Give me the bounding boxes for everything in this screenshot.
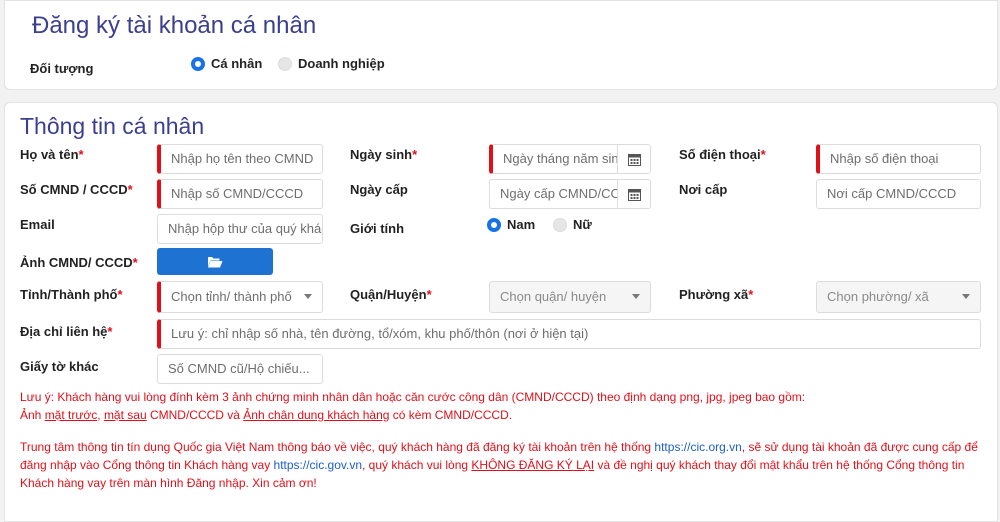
tinh-label: Tỉnh/Thành phố* bbox=[20, 287, 123, 302]
radio-doanh-nghiep[interactable]: Doanh nghiệp bbox=[278, 55, 385, 73]
radio-ca-nhan[interactable]: Cá nhân bbox=[191, 55, 262, 73]
tinh-select[interactable]: Chọn tỉnh/ thành phố bbox=[157, 281, 323, 313]
dia-chi-input[interactable]: Lưu ý: chỉ nhập số nhà, tên đường, tổ/xó… bbox=[157, 319, 981, 349]
ngay-cap-label: Ngày cấp bbox=[350, 182, 408, 197]
so-cmnd-label: Số CMND / CCCD* bbox=[20, 182, 133, 197]
radio-unselected-icon bbox=[278, 56, 292, 71]
section-title: Thông tin cá nhân bbox=[20, 113, 205, 139]
page-title: Đăng ký tài khoản cá nhân bbox=[32, 12, 317, 39]
chevron-down-icon bbox=[962, 294, 970, 299]
mat-sau-text: mặt sau bbox=[103, 408, 147, 422]
mat-truoc-text: mặt trước bbox=[44, 408, 98, 422]
so-dien-thoai-input[interactable]: Nhập số điện thoại bbox=[816, 144, 981, 174]
ngay-cap-input[interactable]: Ngày cấp CMND/CCCD bbox=[489, 179, 651, 209]
so-dien-thoai-label: Số điện thoại* bbox=[679, 147, 766, 162]
ngay-sinh-label: Ngày sinh* bbox=[350, 147, 418, 162]
calendar-icon[interactable] bbox=[617, 145, 650, 173]
cic-org-link[interactable]: https://cic.org.vn bbox=[654, 440, 741, 454]
ngay-sinh-input[interactable]: Ngày tháng năm sinh bbox=[489, 144, 651, 174]
ho-ten-input[interactable]: Nhập họ tên theo CMND bbox=[157, 144, 323, 174]
ho-ten-label: Họ và tên* bbox=[20, 147, 84, 162]
quan-select[interactable]: Chọn quận/ huyện bbox=[489, 281, 651, 313]
radio-unselected-icon bbox=[553, 217, 567, 232]
khong-dang-ky-text: KHÔNG ĐĂNG KÝ LẠI bbox=[471, 458, 595, 472]
radio-nu[interactable]: Nữ bbox=[553, 216, 592, 234]
radio-nam[interactable]: Nam bbox=[487, 216, 535, 234]
doi-tuong-label: Đối tượng bbox=[30, 61, 94, 76]
chevron-down-icon bbox=[304, 294, 312, 299]
upload-button[interactable] bbox=[157, 248, 273, 275]
cic-notice: Trung tâm thông tin tín dụng Quốc gia Vi… bbox=[20, 440, 978, 490]
cic-gov-link[interactable]: https://cic.gov.vn bbox=[274, 458, 362, 472]
radio-selected-icon bbox=[191, 56, 205, 71]
dia-chi-label: Địa chỉ liên hệ* bbox=[20, 324, 113, 339]
anh-cmnd-label: Ảnh CMND/ CCCD* bbox=[20, 255, 138, 270]
chan-dung-text: Ảnh chân dung khách hàng bbox=[243, 408, 390, 422]
personal-info-card: Thông tin cá nhân Họ và tên* Nhập họ tên… bbox=[4, 102, 998, 522]
so-cmnd-input[interactable]: Nhập số CMND/CCCD bbox=[157, 179, 323, 209]
radio-selected-icon bbox=[487, 217, 501, 232]
phuong-select[interactable]: Chọn phường/ xã bbox=[816, 281, 981, 313]
email-label: Email bbox=[20, 217, 55, 232]
account-type-card: Đăng ký tài khoản cá nhân Đối tượng Cá n… bbox=[4, 0, 998, 90]
upload-note: Lưu ý: Khách hàng vui lòng đính kèm 3 ản… bbox=[20, 390, 806, 422]
gioi-tinh-label: Giới tính bbox=[350, 221, 405, 236]
phuong-label: Phường xã* bbox=[679, 287, 754, 302]
noi-cap-input[interactable]: Nơi cấp CMND/CCCD bbox=[816, 179, 981, 209]
folder-open-icon bbox=[208, 257, 223, 268]
noi-cap-label: Nơi cấp bbox=[679, 182, 728, 197]
giay-to-khac-input[interactable]: Số CMND cũ/Hộ chiếu... bbox=[157, 354, 323, 384]
chevron-down-icon bbox=[632, 294, 640, 299]
calendar-icon[interactable] bbox=[617, 180, 650, 208]
giay-to-khac-label: Giấy tờ khác bbox=[20, 359, 99, 374]
email-input[interactable]: Nhập hộp thư của quý khách bbox=[157, 214, 323, 244]
quan-label: Quận/Huyện* bbox=[350, 287, 432, 302]
